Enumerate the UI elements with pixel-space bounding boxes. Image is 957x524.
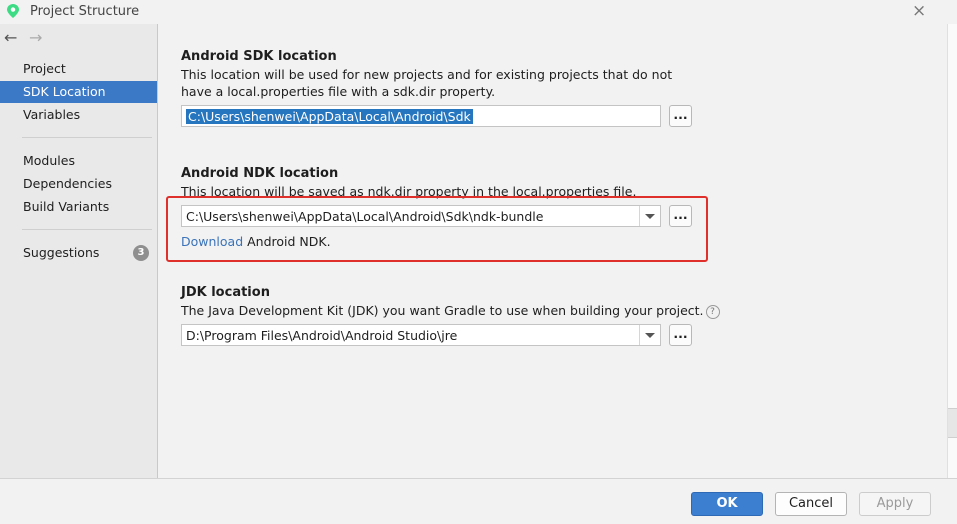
ok-button[interactable]: OK: [691, 492, 763, 516]
sidebar-item-label: Build Variants: [23, 199, 110, 214]
sidebar-item-variables[interactable]: Variables: [0, 104, 157, 126]
jdk-browse-button[interactable]: ...: [669, 324, 692, 346]
sidebar-item-label: Dependencies: [23, 176, 112, 191]
close-icon[interactable]: ×: [912, 1, 926, 21]
sdk-section-title: Android SDK location: [181, 49, 337, 64]
cancel-button[interactable]: Cancel: [775, 492, 847, 516]
sidebar-item-label: Project: [23, 61, 66, 76]
sidebar: ← → Project SDK Location Variables Modul…: [0, 24, 158, 478]
apply-button[interactable]: Apply: [859, 492, 931, 516]
sidebar-item-label: Variables: [23, 107, 81, 122]
sidebar-item-project[interactable]: Project: [0, 58, 157, 80]
sidebar-item-build-variants[interactable]: Build Variants: [0, 196, 157, 218]
ndk-highlight-box: [166, 196, 708, 262]
help-icon[interactable]: ?: [705, 305, 720, 319]
jdk-description: The Java Development Kit (JDK) you want …: [181, 303, 704, 318]
sidebar-item-modules[interactable]: Modules: [0, 150, 157, 172]
window-title: Project Structure: [30, 4, 140, 19]
dialog-footer: OK Cancel Apply: [0, 478, 957, 524]
sidebar-item-sdk-location[interactable]: SDK Location: [0, 81, 157, 103]
chevron-down-icon[interactable]: [639, 325, 660, 345]
sidebar-item-label: SDK Location: [23, 84, 106, 99]
sidebar-divider: [22, 229, 152, 230]
sdk-browse-button[interactable]: ...: [669, 105, 692, 127]
android-studio-icon: [7, 4, 19, 18]
sdk-path-field[interactable]: C:\Users\shenwei\AppData\Local\Android\S…: [181, 105, 661, 127]
sidebar-item-dependencies[interactable]: Dependencies: [0, 173, 157, 195]
sidebar-item-label: Modules: [23, 153, 75, 168]
sdk-path-value: C:\Users\shenwei\AppData\Local\Android\S…: [186, 109, 473, 124]
sidebar-item-label: Suggestions: [23, 245, 100, 260]
sidebar-divider: [22, 137, 152, 138]
jdk-section-title: JDK location: [181, 285, 270, 300]
arrow-right-icon[interactable]: →: [29, 28, 42, 47]
title-bar: Project Structure ×: [0, 0, 957, 24]
suggestions-count-badge: 3: [133, 245, 149, 261]
sdk-description: This location will be used for new proje…: [181, 67, 673, 99]
ndk-section-title: Android NDK location: [181, 166, 339, 181]
scrollbar-thumb[interactable]: [948, 408, 957, 438]
jdk-path-combobox[interactable]: D:\Program Files\Android\Android Studio\…: [181, 324, 661, 346]
jdk-description-line: The Java Development Kit (JDK) you want …: [181, 302, 741, 319]
sdk-location-panel: Android SDK location This location will …: [158, 24, 947, 478]
right-scrollbar[interactable]: [947, 24, 957, 478]
arrow-left-icon[interactable]: ←: [4, 28, 17, 47]
jdk-path-value: D:\Program Files\Android\Android Studio\…: [186, 328, 458, 343]
